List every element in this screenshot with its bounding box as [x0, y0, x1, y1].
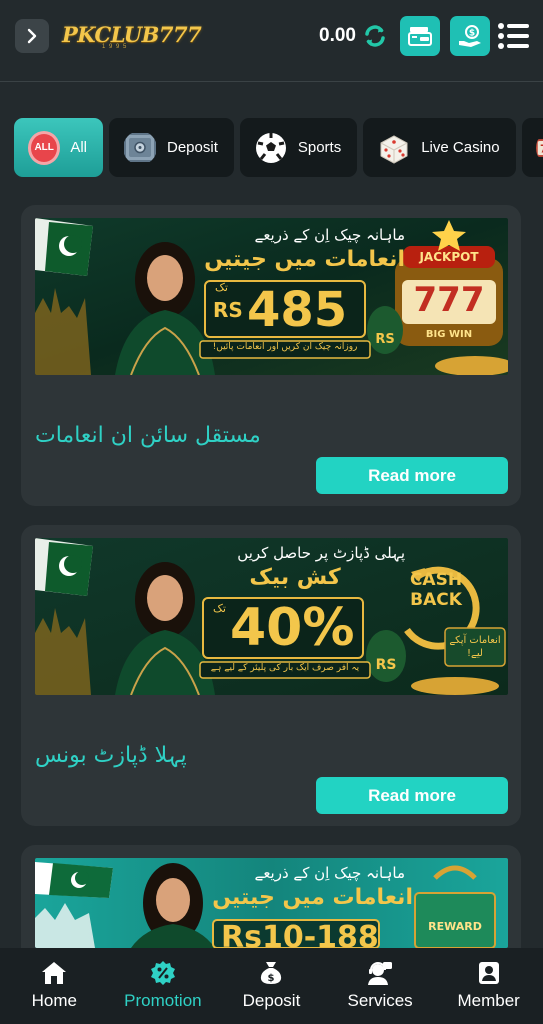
withdraw-button[interactable]	[400, 16, 440, 56]
nav-member[interactable]: Member	[434, 948, 543, 1024]
read-more-button[interactable]: Read more	[316, 777, 508, 814]
menu-icon[interactable]	[497, 20, 531, 52]
svg-text:RS: RS	[375, 332, 394, 347]
promo-title: مستقل سائن ان انعامات	[35, 423, 261, 448]
svg-text:$: $	[469, 29, 475, 39]
banner-amount: 40%	[230, 598, 355, 658]
banner-tag: تک	[215, 281, 228, 294]
promo-card[interactable]: RS ماہانہ چیک اِن کے ذریعے انعامات میں ج…	[21, 205, 521, 506]
banner-line1: پہلی ڈپازٹ پر حاصل کریں	[237, 544, 405, 562]
banner-line2: کش بیک	[249, 565, 341, 590]
expand-sidebar-button[interactable]	[15, 19, 49, 53]
all-badge-icon: ALL	[28, 130, 61, 165]
wallet-balance: 0.00	[319, 25, 356, 46]
promo-card[interactable]: RS پہلی ڈپازٹ پر حاصل کریں کش بیک تک 40%…	[21, 525, 521, 826]
deposit-hand-button[interactable]: $	[450, 16, 490, 56]
banner-footer: یہ آفر صرف ایک بار کی پلیئر کے لیے ہے	[210, 663, 360, 673]
banner-reward: REWARD	[428, 920, 482, 933]
tab-live-casino[interactable]: Live Casino	[363, 118, 516, 177]
member-card-icon	[478, 962, 499, 984]
svg-text:777: 777	[540, 143, 543, 155]
nav-home[interactable]: Home	[0, 948, 109, 1024]
banner-line2: انعامات میں جیتیں	[204, 247, 405, 272]
nav-label: Member	[457, 991, 520, 1010]
tab-label: All	[70, 139, 87, 156]
chevron-right-icon	[27, 28, 37, 44]
banner-amount: 485	[247, 282, 348, 338]
slot-777-icon: 777	[535, 138, 543, 157]
tab-label: Deposit	[167, 139, 218, 156]
tab-label: Sports	[297, 139, 342, 156]
logo-subtext: 1 9 9 5	[102, 44, 128, 50]
banner-cashback: CASH BACK	[409, 570, 463, 610]
banner-line1: ماہانہ چیک اِن کے ذریعے	[254, 226, 405, 244]
tab-label: Live Casino	[421, 139, 500, 156]
promo-banner-image[interactable]: ماہانہ چیک اِن کے ذریعے انعامات میں جیتی…	[35, 858, 508, 948]
nav-services[interactable]: Services	[326, 948, 435, 1024]
money-bag-icon: $	[261, 962, 282, 984]
banner-bigwin: BIG WIN	[425, 329, 473, 340]
banner-side-text: انعامات آپکے لیے!	[449, 635, 501, 659]
banner-line2: انعامات میں جیتیں	[212, 885, 413, 910]
soccer-ball-icon	[255, 132, 286, 163]
site-logo[interactable]: PKCLUB777	[62, 22, 202, 52]
promo-card[interactable]: ماہانہ چیک اِن کے ذریعے انعامات میں جیتی…	[21, 845, 521, 948]
percent-badge-icon	[150, 961, 175, 985]
nav-promotion[interactable]: Promotion	[109, 948, 218, 1024]
svg-text:$: $	[268, 973, 275, 984]
banner-line1: ماہانہ چیک اِن کے ذریعے	[254, 864, 405, 882]
banner-amount: Rs10-188	[221, 920, 379, 948]
read-more-button[interactable]: Read more	[316, 457, 508, 494]
bottom-navigation: Home Promotion $ Deposit Services Member	[0, 948, 543, 1024]
promo-title: پہلا ڈپازٹ بونس	[35, 743, 187, 768]
promo-banner-image[interactable]: RS پہلی ڈپازٹ پر حاصل کریں کش بیک تک 40%…	[35, 538, 508, 695]
tab-deposit[interactable]: Deposit	[109, 118, 234, 177]
banner-footer: روزانہ چیک ان کریں اور انعامات پائیں!	[212, 342, 358, 352]
promo-category-tabs: ALL All Deposit Sports Live Casino	[14, 118, 543, 177]
nav-label: Deposit	[242, 991, 301, 1010]
nav-label: Services	[347, 991, 413, 1010]
promo-banner-image[interactable]: RS ماہانہ چیک اِن کے ذریعے انعامات میں ج…	[35, 218, 508, 375]
banner-currency: RS	[213, 298, 243, 322]
safe-icon	[124, 132, 156, 162]
nav-deposit[interactable]: $ Deposit	[217, 948, 326, 1024]
tab-sports[interactable]: Sports	[239, 118, 358, 177]
support-agent-icon	[368, 962, 393, 985]
banner-reels: 777	[413, 280, 485, 320]
banner-jackpot: JACKPOT	[419, 250, 479, 264]
tab-slots[interactable]: 777	[521, 118, 543, 177]
nav-label: Promotion	[124, 991, 202, 1010]
svg-text:RS: RS	[376, 657, 397, 673]
tab-all[interactable]: ALL All	[14, 118, 103, 177]
banner-tag: تک	[213, 602, 226, 615]
top-header: PKCLUB777 1 9 9 5 0.00 $	[0, 0, 543, 82]
nav-label: Home	[31, 991, 77, 1010]
home-icon	[42, 962, 67, 984]
wallet-card-icon	[408, 27, 432, 46]
hand-money-icon: $	[459, 25, 481, 47]
dice-icon	[380, 134, 408, 164]
refresh-balance-icon[interactable]	[362, 23, 388, 49]
